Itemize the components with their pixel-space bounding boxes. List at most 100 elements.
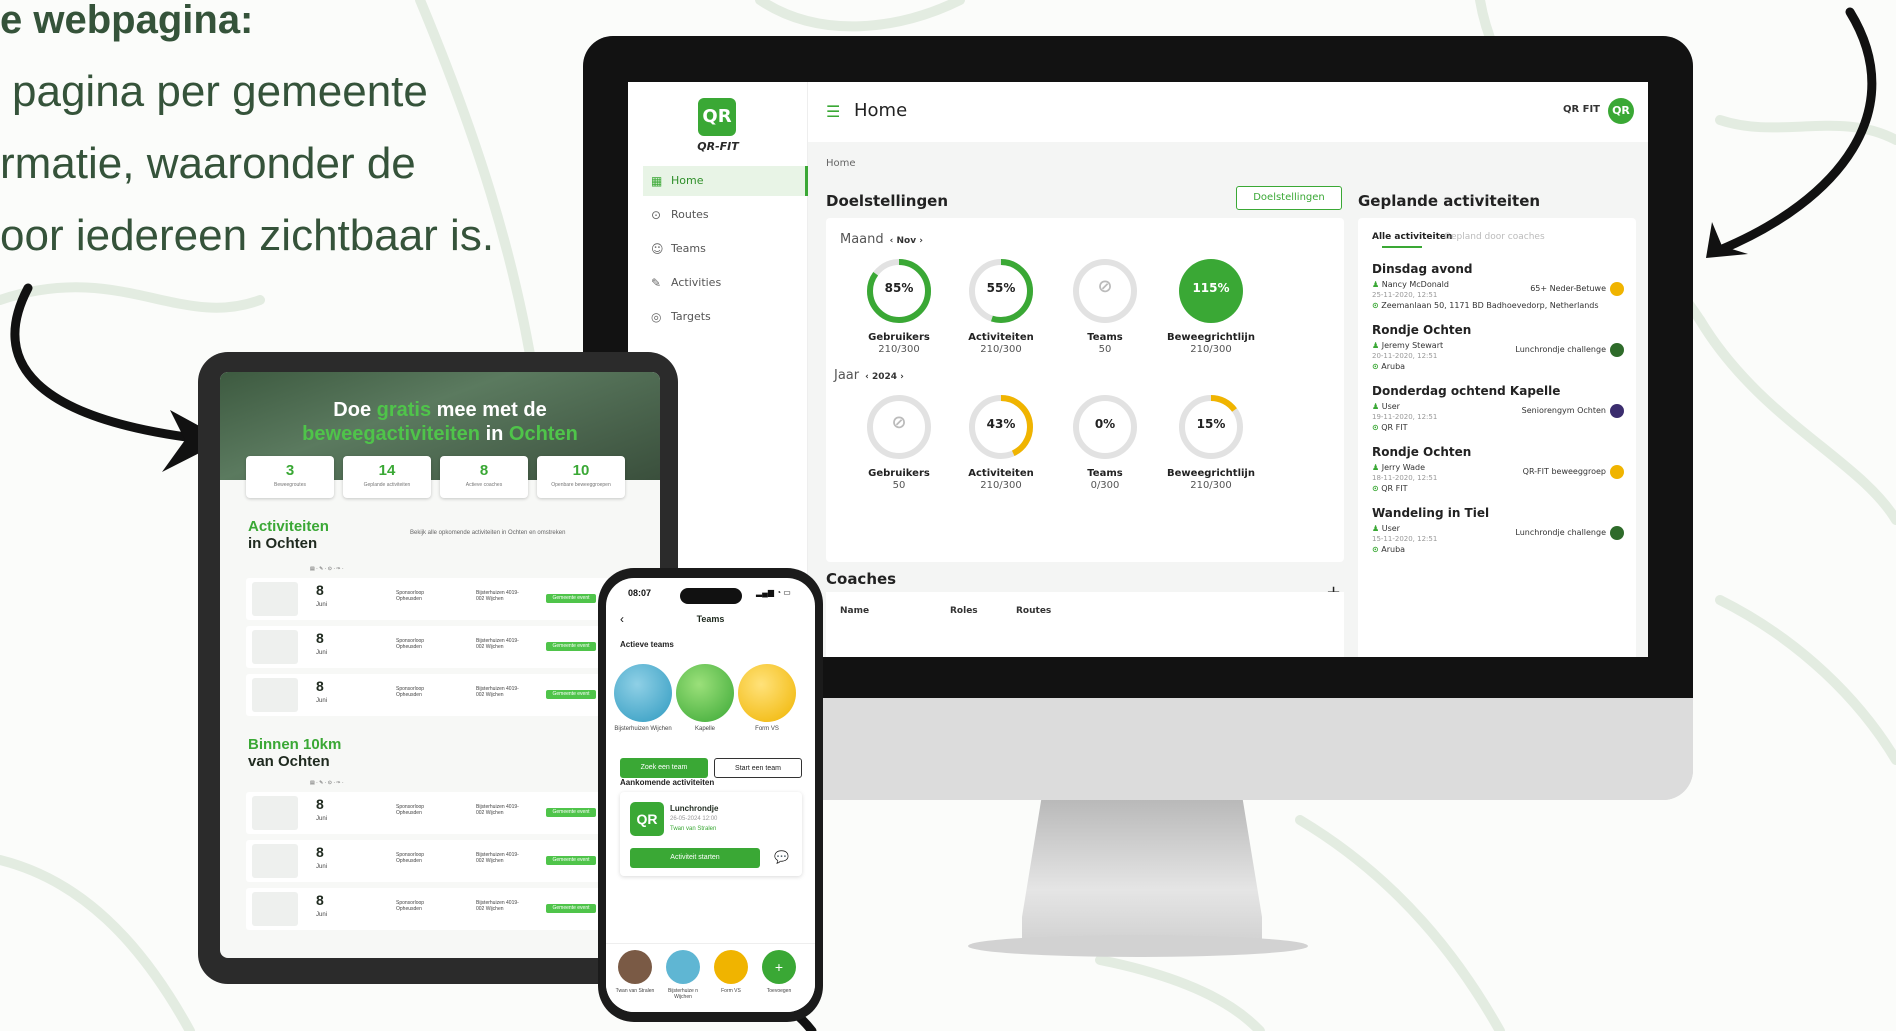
list-item[interactable]: Dinsdag avond ♟ Nancy McDonald 25-11-2020,… xyxy=(1372,262,1624,332)
column-header-roles[interactable]: Roles xyxy=(950,606,978,616)
nav-label: Teams xyxy=(671,242,706,255)
ring-label: Activiteiten xyxy=(968,468,1034,479)
column-header-routes[interactable]: Routes xyxy=(1016,606,1051,616)
active-teams-label: Actieve teams xyxy=(620,640,674,649)
table-row[interactable]: 8 Juni Sponsorloop Opheusden Bijsterhuizen … xyxy=(246,578,646,620)
user-icon: ♟ xyxy=(1372,341,1380,350)
nav-label: Activities xyxy=(671,276,722,289)
stat-value: 14 xyxy=(378,462,396,479)
table-row[interactable]: 8 Juni Sponsorloop Opheusden Bijsterhuizen … xyxy=(246,792,646,834)
nav-avatar[interactable] xyxy=(618,950,652,984)
ring-sub: 50 xyxy=(1098,344,1112,355)
table-row[interactable]: 8 Juni Sponsorloop Opheusden Bijsterhuizen … xyxy=(246,888,646,930)
year-selector[interactable]: Jaar ‹ 2024 › xyxy=(834,368,904,383)
active-tab-indicator xyxy=(1382,246,1422,248)
sidebar-item-home[interactable]: ▦ Home xyxy=(643,166,808,196)
column-header-name[interactable]: Name xyxy=(840,606,869,616)
sidebar-item-teams[interactable]: ☺ Teams xyxy=(643,234,808,264)
row-address: Bijsterhuizen 4019-002 Wijchen xyxy=(476,638,519,650)
qr-fit-logo: QR xyxy=(630,802,664,836)
stat-value: 8 xyxy=(479,462,489,479)
nav-trophy-icon[interactable] xyxy=(714,950,748,984)
ring-value: 43% xyxy=(986,417,1016,431)
table-row[interactable]: 8 Juni Sponsorloop Opheusden Bijsterhuizen … xyxy=(246,840,646,882)
section-title-accent: Binnen 10km xyxy=(248,736,342,753)
menu-icon[interactable]: ☰ xyxy=(826,102,840,121)
row-organizer: Sponsorloop Opheusden xyxy=(396,852,425,864)
month-selector[interactable]: Maand ‹ Nov › xyxy=(840,232,923,247)
goals-title: Doelstellingen xyxy=(826,192,949,210)
team-name: Form VS xyxy=(755,726,779,732)
hero-highlight: beweegactiviteiten xyxy=(302,423,481,445)
row-organizer: Sponsorloop Opheusden xyxy=(396,638,425,650)
user-icon: ♟ xyxy=(1372,280,1380,289)
bottom-nav: + Twan van Stralen Bijsterhuize n Wijche… xyxy=(606,943,815,1012)
find-team-button[interactable]: Zoek een team xyxy=(620,758,708,778)
tab-coach-planned[interactable]: Gepland door coaches xyxy=(1444,232,1545,242)
list-item[interactable]: Rondje Ochten ♟ Jeremy Stewart 20-11-2020,… xyxy=(1372,323,1624,393)
table-row[interactable]: 8 Juni Sponsorloop Opheusden Bijsterhuizen … xyxy=(246,674,646,716)
row-month: Juni xyxy=(316,864,328,870)
ring-sub: 210/300 xyxy=(980,344,1022,355)
activity-title: Rondje Ochten xyxy=(1372,445,1472,459)
sidebar-item-routes[interactable]: ⊙ Routes xyxy=(643,200,808,230)
sidebar-item-activities[interactable]: ✎ Activities xyxy=(643,268,808,298)
team-bubble-kapelle[interactable] xyxy=(676,664,734,722)
section-title-main: van Ochten xyxy=(248,753,330,770)
status-badge: Gemeente event xyxy=(546,808,596,817)
coaches-table: Name Roles Routes xyxy=(826,592,1344,657)
group-badge xyxy=(1610,465,1624,479)
team-bubble-form-vs[interactable] xyxy=(738,664,796,722)
stat-card: 14 Geplande activiteiten xyxy=(343,456,431,498)
ring-value: 85% xyxy=(884,281,914,295)
stat-value: 10 xyxy=(572,462,590,479)
add-icon[interactable]: + xyxy=(762,950,796,984)
ring-value: ⊘ xyxy=(1097,276,1113,297)
phone-title: Teams xyxy=(696,614,725,624)
row-address: Bijsterhuizen 4019-002 Wijchen xyxy=(476,590,519,602)
breadcrumb[interactable]: Home xyxy=(826,158,856,169)
row-organizer: Sponsorloop Opheusden xyxy=(396,804,425,816)
planned-activities-card: Alle activiteiten Gepland door coaches D… xyxy=(1358,218,1636,657)
activity-group: Lunchrondje challenge xyxy=(1515,528,1606,537)
sidebar-item-targets[interactable]: ◎ Targets xyxy=(643,302,808,332)
monitor-stand xyxy=(1022,800,1262,950)
hero-text: mee met de xyxy=(431,399,547,421)
tab-all-activities[interactable]: Alle activiteiten xyxy=(1372,232,1452,242)
qr-fit-logo[interactable]: QR xyxy=(698,98,736,136)
year-ring-teams: 0% xyxy=(1070,392,1140,462)
section-title-accent: Activiteiten xyxy=(248,518,329,535)
group-badge xyxy=(1610,282,1624,296)
row-organizer: Sponsorloop Opheusden xyxy=(396,686,425,698)
location-pin-icon: ⊙ xyxy=(1372,545,1379,554)
list-item[interactable]: Donderdag ochtend Kapelle ♟ User 19-11-202… xyxy=(1372,384,1624,454)
table-row[interactable]: 8 Juni Sponsorloop Opheusden Bijsterhuizen … xyxy=(246,626,646,668)
ring-sub: 210/300 xyxy=(980,480,1022,491)
stat-value: 3 xyxy=(285,462,295,479)
status-icons: ▂▄▆ ◔ ▭ xyxy=(756,588,791,597)
monitor-stand-base xyxy=(968,935,1308,957)
team-bubble-bijsterhuizen[interactable] xyxy=(614,664,672,722)
user-name[interactable]: QR FIT xyxy=(1563,104,1600,115)
activity-location: ⊙ QR FIT xyxy=(1372,484,1408,493)
chat-icon[interactable]: 💬 xyxy=(774,850,789,864)
goals-button[interactable]: Doelstellingen xyxy=(1236,186,1342,210)
start-activity-button[interactable]: Activiteit starten xyxy=(630,848,760,868)
period-label: Maand xyxy=(840,232,884,247)
status-badge: Gemeente event xyxy=(546,690,596,699)
tablet-screen: Doe gratis mee met de beweegactiviteiten … xyxy=(220,372,660,958)
list-item[interactable]: Wandeling in Tiel ♟ User 15-11-2020, 12:51… xyxy=(1372,506,1624,576)
ring-label: Beweegrichtlijn xyxy=(1167,332,1255,343)
start-team-button[interactable]: Start een team xyxy=(714,758,802,778)
nav-team-icon[interactable] xyxy=(666,950,700,984)
avatar[interactable]: QR xyxy=(1608,98,1634,124)
period-value: Nov xyxy=(896,236,917,246)
status-badge: Gemeente event xyxy=(546,642,596,651)
row-day: 8 xyxy=(316,630,324,646)
nav-label: Form VS xyxy=(721,988,741,994)
month-ring-teams: ⊘ xyxy=(1070,256,1140,326)
table-header: ▤ · ✎ · ⊙ · ✑ · xyxy=(310,780,344,786)
row-day: 8 xyxy=(316,678,324,694)
nav-label: Bijsterhuize n Wijchen xyxy=(667,988,698,1000)
list-item[interactable]: Rondje Ochten ♟ Jerry Wade 18-11-2020, 12:… xyxy=(1372,445,1624,515)
